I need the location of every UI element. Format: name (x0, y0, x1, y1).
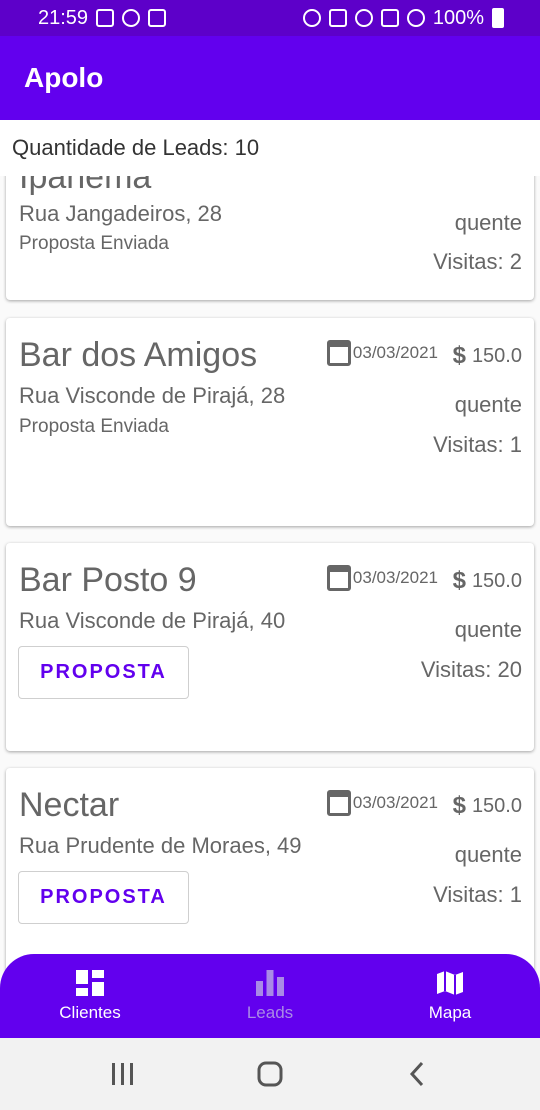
status-left: 21:59 (38, 6, 167, 30)
lead-temperature: quente (454, 210, 522, 235)
status-right: 100% (302, 6, 504, 30)
lead-date: 03/03/2021 (326, 790, 438, 816)
calendar-icon (326, 340, 351, 366)
lead-address: Rua Jangadeiros, 28 (19, 201, 223, 226)
lead-date-text: 03/03/2021 (352, 793, 438, 812)
nav-leads[interactable]: Leads (180, 954, 360, 1038)
system-navigation-bar (0, 1038, 540, 1110)
nav-clientes-label: Clientes (59, 1003, 121, 1022)
lead-price: $ 150.0 (453, 567, 522, 595)
lead-address: Rua Prudente de Moraes, 49 (19, 833, 302, 858)
calendar-icon (326, 565, 351, 591)
lead-temperature: quente (454, 617, 522, 642)
dashboard-icon (76, 970, 104, 996)
do-not-disturb-icon (406, 9, 425, 27)
lead-name: Ipanema (19, 176, 152, 196)
proposal-button[interactable]: PROPOSTA (18, 646, 189, 699)
lead-status: Proposta Enviada (19, 416, 169, 437)
recent-apps-button[interactable] (103, 1054, 143, 1094)
wifi-app-icon (148, 9, 167, 27)
lead-date-text: 03/03/2021 (352, 568, 438, 587)
lead-price-value: 150.0 (471, 794, 522, 817)
lead-address: Rua Visconde de Pirajá, 40 (19, 608, 286, 633)
proposal-button[interactable]: PROPOSTA (18, 871, 189, 924)
status-time: 21:59 (38, 6, 89, 29)
bottom-navigation: Clientes Leads Mapa (0, 954, 540, 1038)
nav-mapa-label: Mapa (428, 1003, 472, 1022)
lead-date: 03/03/2021 (326, 565, 438, 591)
wifi-icon (354, 9, 373, 27)
lead-visits: Visitas: 20 (420, 657, 522, 682)
lead-count: Quantidade de Leads: 10 (0, 120, 540, 176)
signal-icon (380, 9, 399, 27)
lead-card[interactable]: Bar Posto 9 03/03/2021 $ 150.0 Rua Visco… (6, 543, 534, 751)
dollar-icon: $ (452, 342, 466, 369)
battery-icon (492, 8, 504, 28)
bar-chart-icon (256, 970, 284, 996)
lead-card[interactable]: Nectar 03/03/2021 $ 150.0 Rua Prudente d… (6, 768, 534, 976)
lead-price: $ 150.0 (453, 792, 522, 820)
back-icon (409, 1061, 423, 1087)
lead-address: Rua Visconde de Pirajá, 28 (19, 383, 286, 408)
mute-icon (328, 9, 347, 27)
app-bar: Apolo (0, 36, 540, 120)
alarm-icon (302, 9, 321, 27)
lead-visits: Visitas: 1 (433, 432, 522, 457)
lead-name: Nectar (19, 786, 120, 824)
lead-price: $ 150.0 (453, 342, 522, 370)
nav-leads-label: Leads (246, 1003, 294, 1022)
lead-card[interactable]: Ipanema Rua Jangadeiros, 28 Proposta Env… (6, 176, 534, 300)
lead-list[interactable]: Ipanema Rua Jangadeiros, 28 Proposta Env… (0, 176, 540, 1056)
map-icon (437, 971, 463, 995)
home-button[interactable] (250, 1054, 290, 1094)
lead-name: Bar dos Amigos (19, 336, 258, 374)
status-bar: 21:59 100% (0, 0, 540, 36)
app-title: Apolo (24, 62, 104, 93)
lead-card[interactable]: Bar dos Amigos 03/03/2021 $ 150.0 Rua Vi… (6, 318, 534, 526)
dollar-icon: $ (452, 792, 466, 819)
back-button[interactable] (397, 1054, 437, 1094)
lead-visits: Visitas: 2 (433, 249, 522, 274)
battery-percentage: 100% (432, 6, 484, 29)
lead-price-value: 150.0 (471, 569, 522, 592)
lead-temperature: quente (454, 842, 522, 867)
recent-apps-icon (112, 1063, 134, 1085)
lead-date-text: 03/03/2021 (352, 343, 438, 362)
lead-status: Proposta Enviada (19, 233, 169, 254)
calendar-icon (326, 790, 351, 816)
nav-mapa[interactable]: Mapa (360, 954, 540, 1038)
dollar-icon: $ (452, 567, 466, 594)
gallery-icon (96, 9, 115, 27)
lead-price-value: 150.0 (471, 344, 522, 367)
lead-name: Bar Posto 9 (19, 561, 197, 599)
lead-visits: Visitas: 1 (433, 882, 522, 907)
lead-date: 03/03/2021 (326, 340, 438, 366)
whatsapp-icon (122, 9, 141, 27)
lead-temperature: quente (454, 392, 522, 417)
nav-clientes[interactable]: Clientes (0, 954, 180, 1038)
home-icon (257, 1061, 283, 1087)
